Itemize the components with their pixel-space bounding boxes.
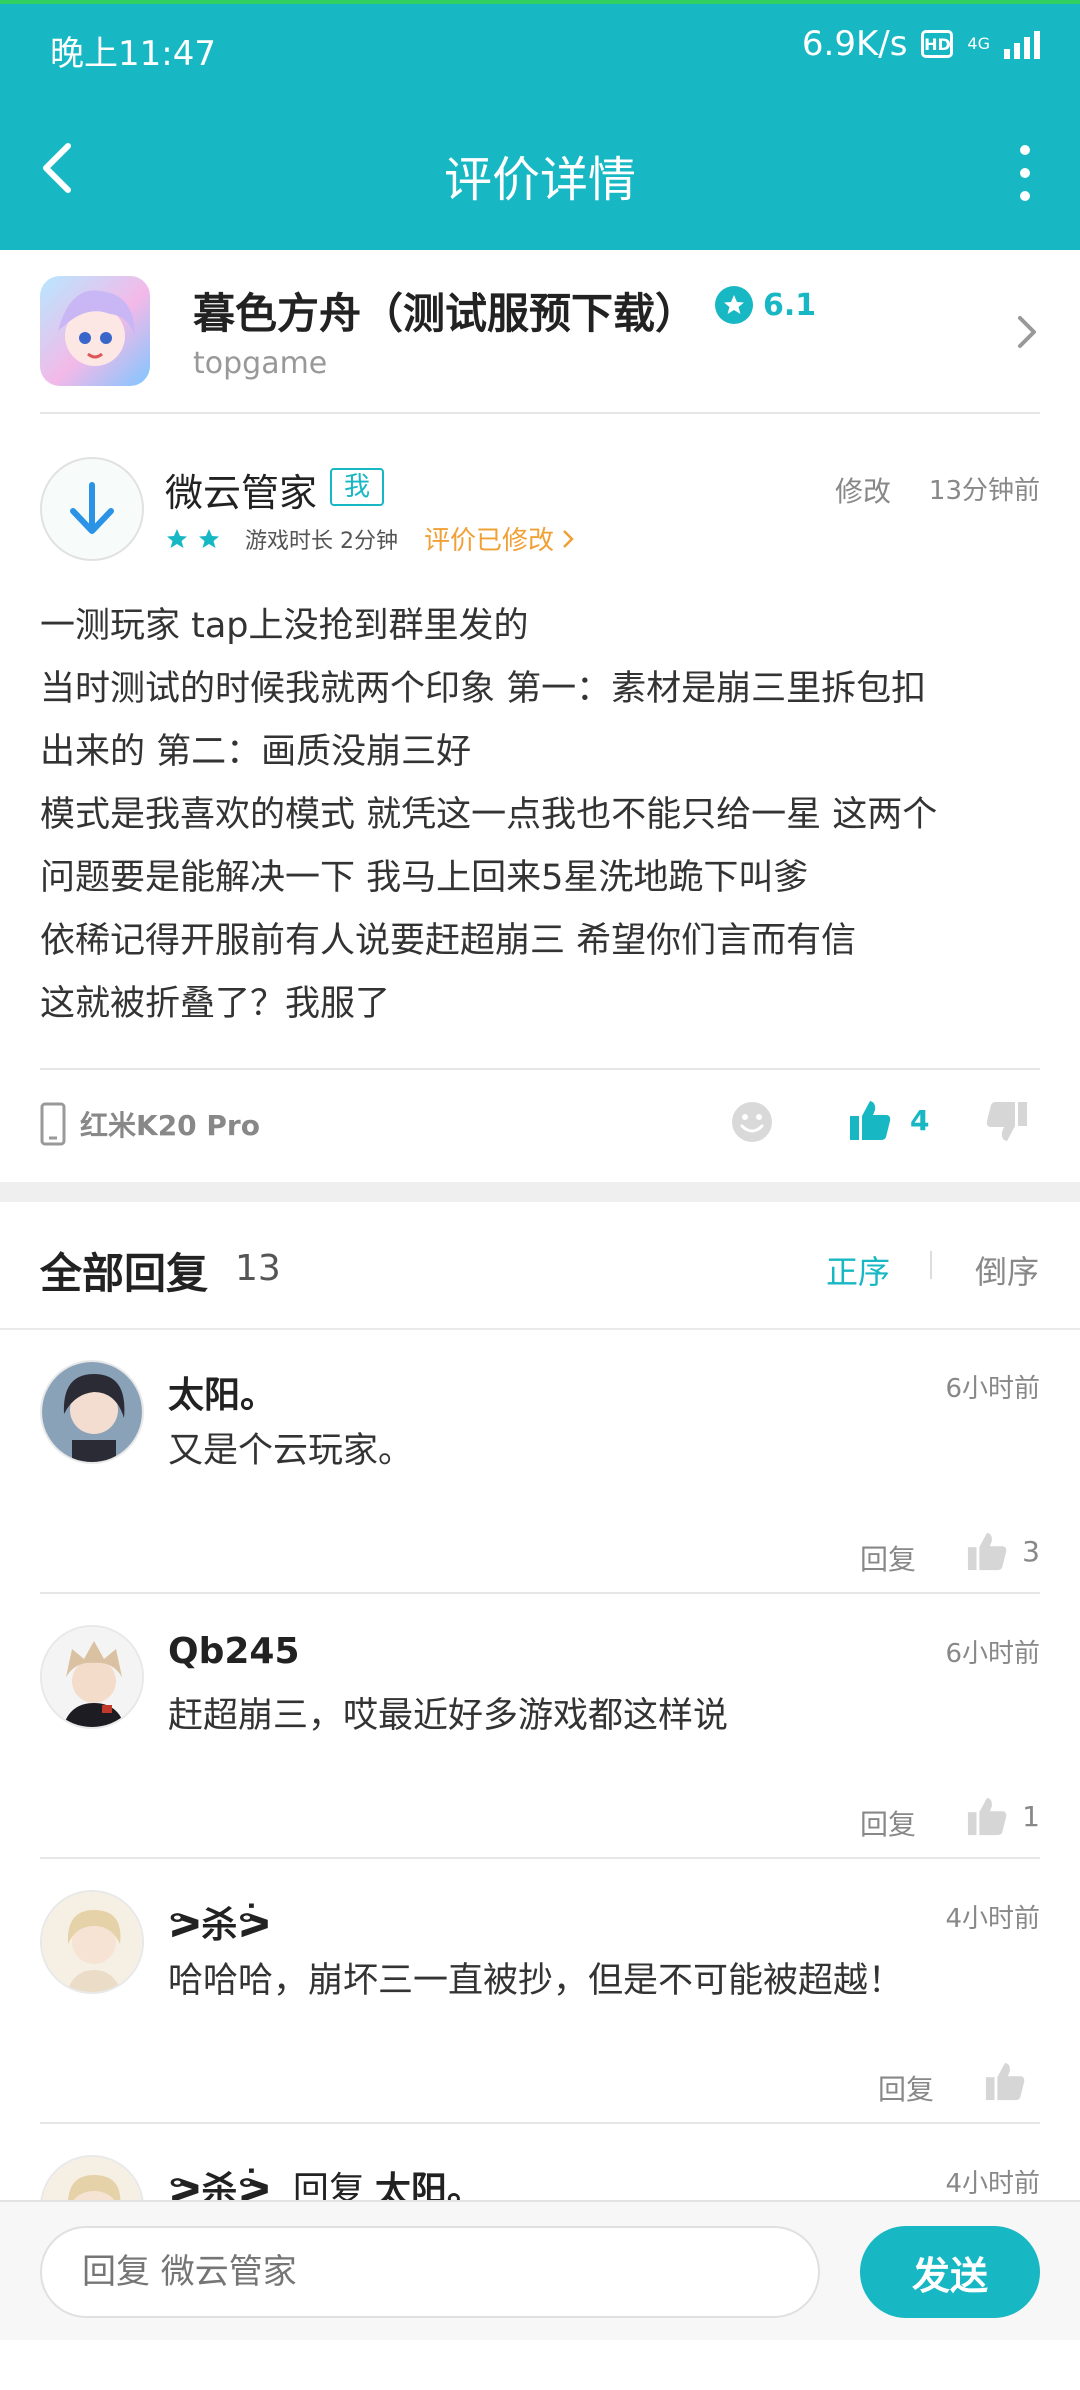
more-dot-icon: [1020, 168, 1030, 178]
reviewer-name[interactable]: 微云管家: [165, 462, 317, 517]
hd-icon: HD: [921, 30, 954, 58]
reply-button[interactable]: 回复: [860, 1803, 916, 1843]
game-card[interactable]: 暮色方舟（测试服预下载） 6.1 topgame: [0, 250, 1080, 414]
avatar-image: [42, 1627, 142, 1727]
sort-divider: [930, 1251, 932, 1279]
comment-author[interactable]: 太阳。: [168, 1366, 276, 1418]
divider: [40, 1592, 1040, 1594]
comment-time: 4小时前: [945, 2169, 1040, 2199]
comment-item: ᕗ杀ᕘ 4小时前 哈哈哈，崩坏三一直被抄，但是不可能被超越！ 回复: [0, 1860, 1080, 2125]
game-developer: topgame: [193, 346, 328, 381]
more-dot-icon: [1020, 191, 1030, 201]
divider: [40, 412, 1040, 414]
comment-like-count: 1: [1022, 1799, 1040, 1833]
review-stars: [165, 527, 221, 551]
section-separator: [0, 1182, 1080, 1202]
avatar[interactable]: [40, 1360, 144, 1464]
sort-descending-tab[interactable]: 倒序: [975, 1247, 1039, 1293]
replies-title: 全部回复: [40, 1249, 209, 1298]
review-line: 问题要是能解决一下 我马上回来5星洗地跪下叫爹: [40, 858, 809, 898]
send-button[interactable]: 发送: [860, 2226, 1040, 2318]
comment-text: 又是个云玩家。: [168, 1431, 414, 1471]
review-line: 一测玩家 tap上没抢到群里发的: [40, 606, 529, 646]
game-name: 暮色方舟（测试服预下载）: [193, 289, 698, 338]
thumbs-up-icon: [850, 1101, 891, 1140]
sort-ascending-tab[interactable]: 正序: [826, 1247, 890, 1293]
page-title: 评价详情: [443, 152, 636, 208]
avatar[interactable]: [40, 1890, 144, 1994]
avatar-image: [42, 1892, 142, 1992]
review-meta: 游戏时长 2分钟 评价已修改: [165, 520, 574, 557]
reply-bar: 发送: [0, 2200, 1080, 2340]
divider: [40, 1857, 1040, 1859]
more-options-button[interactable]: [1010, 145, 1040, 201]
thumbs-down-icon[interactable]: [985, 1100, 1029, 1144]
review-modified-label: 评价已修改: [424, 526, 555, 556]
reply-input[interactable]: [40, 2226, 820, 2318]
replies-count: 13: [235, 1248, 281, 1289]
comment-time: 6小时前: [945, 1374, 1040, 1404]
reply-button[interactable]: 回复: [878, 2068, 934, 2108]
divider: [40, 2122, 1040, 2124]
comment-text: 赶超崩三，哎最近好多游戏都这样说: [168, 1696, 729, 1736]
comment-time: 6小时前: [945, 1639, 1040, 1669]
status-time: 晚上11:47: [50, 34, 216, 74]
comment-like-button[interactable]: 1: [966, 1795, 1040, 1837]
star-icon: [715, 286, 753, 324]
device-info: 红米K20 Pro: [40, 1102, 260, 1146]
like-button[interactable]: 4: [848, 1098, 929, 1142]
game-icon: [40, 276, 150, 386]
chevron-right-icon: [1018, 316, 1036, 348]
reply-button[interactable]: 回复: [860, 1538, 916, 1578]
review-text: 一测玩家 tap上没抢到群里发的 当时测试的时候我就两个印象 第一：素材是崩三里…: [40, 595, 1050, 1036]
phone-icon: [40, 1102, 66, 1146]
thumbs-up-icon: [968, 1532, 1007, 1571]
avatar[interactable]: [40, 1625, 144, 1729]
review-line: 依稀记得开服前有人说要赶超崩三 希望你们言而有信: [40, 921, 857, 961]
divider: [40, 1068, 1040, 1070]
comment-like-button[interactable]: 3: [966, 1530, 1040, 1572]
star-icon: [199, 528, 219, 548]
avatar[interactable]: [40, 457, 144, 561]
review-line: 这就被折叠了？我服了: [40, 984, 391, 1024]
rating-value: 6.1: [763, 287, 817, 323]
thumbs-up-icon: [968, 1797, 1007, 1836]
edit-review-button[interactable]: 修改: [835, 470, 891, 510]
play-time: 游戏时长 2分钟: [245, 528, 398, 554]
review-line: 出来的 第二：画质没崩三好: [40, 732, 472, 772]
comment-text: 哈哈哈，崩坏三一直被抄，但是不可能被超越！: [168, 1961, 904, 2001]
comment-like-button[interactable]: [984, 2060, 1040, 2102]
progress-line: [0, 0, 1080, 4]
comment-author[interactable]: ᕗ杀ᕘ: [168, 1896, 271, 1948]
game-rating: 6.1: [715, 286, 816, 324]
star-icon: [167, 528, 187, 548]
comment-like-count: 3: [1022, 1534, 1040, 1568]
comment-item: 太阳。 6小时前 又是个云玩家。 回复 3: [0, 1330, 1080, 1595]
signal-icon: [1004, 29, 1040, 59]
download-arrow-icon: [70, 482, 114, 534]
device-name: 红米K20 Pro: [80, 1109, 260, 1142]
avatar-image: [42, 1362, 142, 1462]
app-header: 晚上11:47 6.9K/s HD 4G 评价详情: [0, 0, 1080, 250]
review-line: 当时测试的时候我就两个印象 第一：素材是崩三里拆包扣: [40, 669, 927, 709]
me-badge: 我: [330, 468, 385, 506]
game-artwork-icon: [58, 290, 135, 366]
network-type: 4G: [967, 34, 990, 53]
comment-author[interactable]: Qb245: [168, 1631, 300, 1672]
like-count: 4: [910, 1103, 930, 1137]
review-modified-link[interactable]: 评价已修改: [424, 520, 574, 557]
status-indicators: 6.9K/s HD 4G: [802, 24, 1040, 64]
comment-time: 4小时前: [945, 1904, 1040, 1934]
comment-item: Qb245 6小时前 赶超崩三，哎最近好多游戏都这样说 回复 1: [0, 1595, 1080, 1860]
review-time: 13分钟前: [928, 476, 1040, 506]
more-dot-icon: [1020, 145, 1030, 155]
thumbs-up-icon: [985, 2062, 1025, 2101]
emoji-icon[interactable]: [730, 1100, 774, 1144]
chevron-right-icon: [563, 529, 574, 548]
review-line: 模式是我喜欢的模式 就凭这一点我也不能只给一星 这两个: [40, 795, 938, 835]
network-speed: 6.9K/s: [801, 24, 908, 64]
